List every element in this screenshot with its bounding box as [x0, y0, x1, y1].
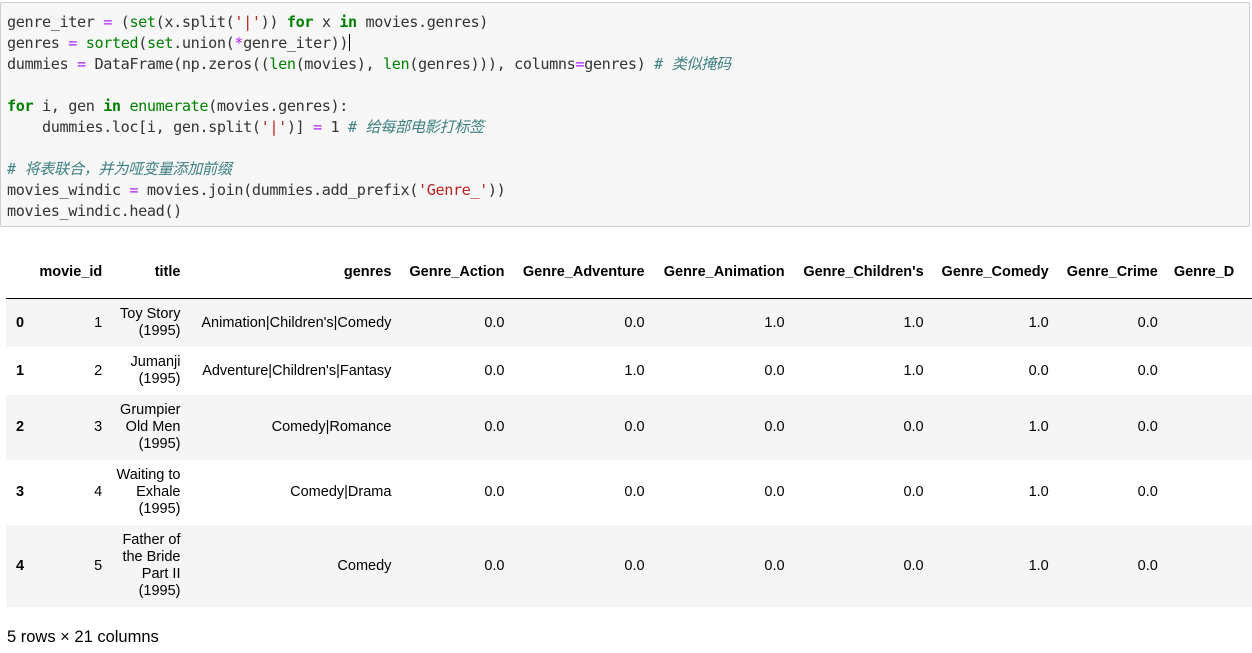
cell-value: 0.0 — [1028, 362, 1049, 379]
cell-value: 0.0 — [764, 484, 785, 500]
code-line-9: movies_windic = movies.join(dummies.add_… — [7, 181, 506, 199]
row-index: 0 — [16, 314, 25, 331]
column-header: Genre_D — [1157, 246, 1252, 299]
table-row: 4 5 Father of the Bride Part II (1995) C… — [6, 524, 1252, 607]
row-index: 2 — [16, 419, 25, 435]
table-row: 0 1 Toy Story (1995) Animation|Children'… — [6, 298, 1252, 347]
cell-value: 1.0 — [764, 314, 785, 331]
column-header: Genre_Adventure — [504, 246, 645, 299]
cell-movie-id: 2 — [94, 362, 103, 379]
cell-value: 0.0 — [1137, 314, 1158, 331]
code-line-1: genre_iter = (set(x.split('|')) for x in… — [7, 13, 488, 31]
cell-movie-id: 1 — [94, 314, 103, 331]
code-line-8: # 将表联合，并为哑变量添加前缀 — [7, 160, 232, 178]
code-cell[interactable]: genre_iter = (set(x.split('|')) for x in… — [0, 2, 1250, 227]
cell-value: 0.0 — [1137, 419, 1158, 435]
code-line-3: dummies = DataFrame(np.zeros((len(movies… — [7, 55, 731, 73]
cell-title: Father of the Bride Part II (1995) — [122, 531, 181, 599]
index-header — [6, 246, 40, 299]
cell-value: 1.0 — [903, 362, 924, 379]
cell-genres: Animation|Children's|Comedy — [201, 314, 392, 331]
column-header: Genre_Comedy — [923, 246, 1049, 299]
column-header: Genre_Action — [391, 246, 505, 299]
cell-value: 1.0 — [1028, 314, 1049, 331]
dataframe-shape-label: 5 rows × 21 columns — [7, 628, 159, 646]
output-area: movie_id title genres Genre_Action Genre… — [0, 246, 1252, 616]
cell-title: Toy Story (1995) — [120, 305, 181, 339]
cell-title: Waiting to Exhale (1995) — [116, 466, 181, 517]
code-line-2: genres = sorted(set.union(*genre_iter)) — [7, 34, 351, 52]
column-header: genres — [180, 246, 392, 299]
text-cursor — [349, 34, 351, 51]
cell-value: 1.0 — [1028, 557, 1049, 574]
table-header-row: movie_id title genres Genre_Action Genre… — [6, 246, 1252, 299]
cell-genres: Comedy|Romance — [271, 419, 392, 435]
cell-title: Grumpier Old Men (1995) — [120, 401, 181, 452]
cell-value: 0.0 — [484, 314, 505, 331]
cell-value: 0.0 — [624, 557, 645, 574]
column-header: title — [102, 246, 181, 299]
cell-title: Jumanji (1995) — [130, 353, 181, 387]
row-index: 1 — [16, 362, 25, 379]
code-line-6: dummies.loc[i, gen.split('|')] = 1 # 给每部… — [7, 118, 484, 136]
column-header: Genre_Crime — [1048, 246, 1158, 299]
cell-genres: Comedy|Drama — [290, 484, 392, 500]
cell-value: 0.0 — [484, 557, 505, 574]
cell-value: 1.0 — [1028, 484, 1049, 500]
cell-value: 0.0 — [624, 314, 645, 331]
table-row: 3 4 Waiting to Exhale (1995) Comedy|Dram… — [6, 460, 1252, 525]
cell-value: 0.0 — [1137, 362, 1158, 379]
table-row: 1 2 Jumanji (1995) Adventure|Children's|… — [6, 347, 1252, 395]
cell-value: 0.0 — [484, 362, 505, 379]
cell-value: 0.0 — [1137, 484, 1158, 500]
cell-value: 0.0 — [764, 362, 785, 379]
cell-genres: Comedy — [337, 557, 392, 574]
code-editor[interactable]: genre_iter = (set(x.split('|')) for x in… — [7, 12, 731, 222]
cell-value: 0.0 — [764, 557, 785, 574]
column-header: Genre_Animation — [644, 246, 785, 299]
cell-value: 0.0 — [484, 484, 505, 500]
cell-genres: Adventure|Children's|Fantasy — [202, 362, 392, 379]
column-header: Genre_Children's — [784, 246, 924, 299]
code-line-5: for i, gen in enumerate(movies.genres): — [7, 97, 349, 115]
cell-value: 0.0 — [1137, 557, 1158, 574]
code-line-10: movies_windic.head() — [7, 202, 182, 220]
cell-value: 1.0 — [624, 362, 645, 379]
cell-value: 0.0 — [764, 419, 785, 435]
row-index: 4 — [16, 557, 25, 574]
cell-value: 0.0 — [624, 484, 645, 500]
row-index: 3 — [16, 484, 25, 500]
cell-movie-id: 3 — [94, 419, 103, 435]
cell-value: 0.0 — [903, 419, 924, 435]
table-row: 2 3 Grumpier Old Men (1995) Comedy|Roman… — [6, 394, 1252, 460]
cell-value: 0.0 — [484, 419, 505, 435]
cell-value: 1.0 — [903, 314, 924, 331]
cell-movie-id: 4 — [94, 484, 103, 500]
cell-value: 1.0 — [1028, 419, 1049, 435]
dataframe-table: movie_id title genres Genre_Action Genre… — [6, 246, 1252, 607]
cell-movie-id: 5 — [94, 557, 103, 574]
cell-value: 0.0 — [903, 484, 924, 500]
column-header: movie_id — [39, 246, 103, 299]
cell-value: 0.0 — [624, 419, 645, 435]
cell-value: 0.0 — [903, 557, 924, 574]
